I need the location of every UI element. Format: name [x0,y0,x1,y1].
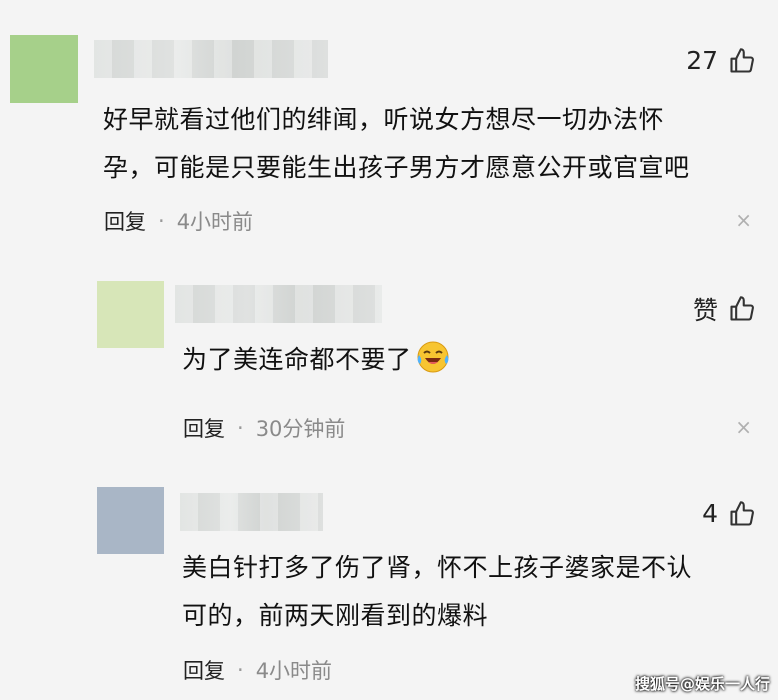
reply-button[interactable]: 回复 [183,413,225,443]
like-count-value: 4 [702,499,718,528]
close-icon[interactable]: × [735,415,752,439]
avatar[interactable] [97,281,164,348]
avatar[interactable] [10,35,78,103]
comment-meta: 回复 · 4小时前 [183,655,332,685]
like-count[interactable]: 27 [686,46,756,75]
username-blurred[interactable] [175,285,382,323]
comment-text: 好早就看过他们的绯闻，听说女方想尽一切办法怀 孕，可能是只要能生出孩子男方才愿意… [103,96,763,192]
timestamp: 4小时前 [255,659,333,683]
separator-dot: · [237,416,244,440]
watermark: 搜狐号@娱乐一人行 [634,675,770,693]
comment-line: 好早就看过他们的绯闻，听说女方想尽一切办法怀 [103,105,665,134]
timestamp: 30分钟前 [255,417,346,441]
laughing-crying-emoji-icon [417,341,449,373]
comment-text: 美白针打多了伤了肾，怀不上孩子婆家是不认 可的，前两天刚看到的爆料 [182,544,762,640]
comment-meta: 回复 · 4小时前 [104,206,253,236]
like-label: 赞 [692,296,718,325]
thumbs-up-icon[interactable] [728,47,756,75]
thumbs-up-icon[interactable] [728,500,756,528]
like-count[interactable]: 4 [702,499,756,528]
reply-button[interactable]: 回复 [104,206,146,236]
comment-text: 为了美连命都不要了 [182,336,742,384]
separator-dot: · [158,209,165,233]
username-blurred[interactable] [180,493,323,531]
separator-dot: · [237,658,244,682]
comment-line: 美白针打多了伤了肾，怀不上孩子婆家是不认 [182,553,693,582]
timestamp: 4小时前 [176,210,254,234]
close-icon[interactable]: × [735,208,752,232]
username-blurred[interactable] [94,40,328,78]
avatar[interactable] [97,487,164,554]
comment-line: 孕，可能是只要能生出孩子男方才愿意公开或官宣吧 [103,153,690,182]
reply-button[interactable]: 回复 [183,655,225,685]
comment-line: 为了美连命都不要了 [182,345,412,374]
like-count[interactable]: 赞 [693,291,756,327]
comment-line: 可的，前两天刚看到的爆料 [182,601,489,630]
thumbs-up-icon[interactable] [728,295,756,323]
comment-meta: 回复 · 30分钟前 [183,413,345,443]
like-count-value: 27 [686,46,718,75]
